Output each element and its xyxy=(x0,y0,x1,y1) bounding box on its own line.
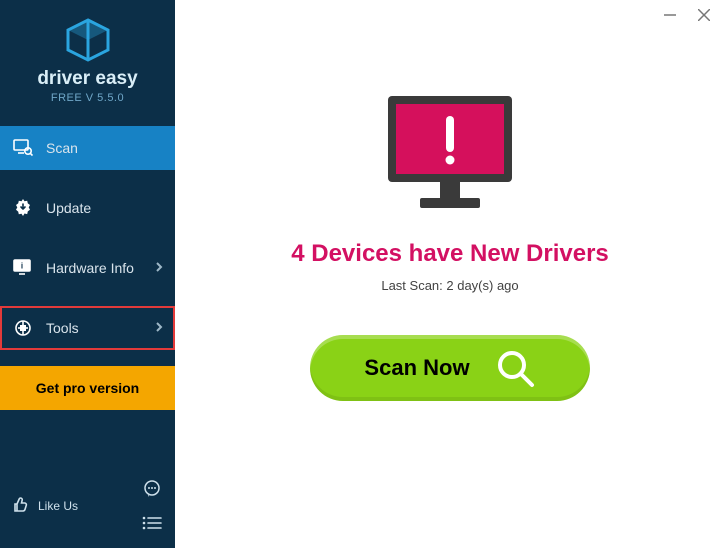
like-us-label: Like Us xyxy=(38,499,78,513)
get-pro-label: Get pro version xyxy=(36,380,139,396)
sidebar-bottom: Like Us xyxy=(0,468,175,548)
sidebar-item-hardware[interactable]: i Hardware Info xyxy=(0,246,175,290)
scan-now-label: Scan Now xyxy=(364,355,469,381)
magnifier-icon xyxy=(494,347,536,389)
sidebar-spacer xyxy=(0,410,175,468)
sidebar-item-label: Scan xyxy=(46,140,78,156)
sidebar-item-scan[interactable]: Scan xyxy=(0,126,175,170)
minimize-icon xyxy=(664,9,676,21)
minimize-button[interactable] xyxy=(663,8,677,22)
like-us-button[interactable]: Like Us xyxy=(12,496,78,517)
sidebar-item-label: Tools xyxy=(46,320,79,336)
window-controls xyxy=(663,8,711,22)
menu-list-icon xyxy=(142,516,162,530)
brand-name: driver easy xyxy=(0,68,175,90)
status-headline: 4 Devices have New Drivers xyxy=(291,240,609,268)
monitor-alert-icon xyxy=(370,90,530,220)
chevron-right-icon xyxy=(155,320,163,336)
scan-now-button[interactable]: Scan Now xyxy=(310,335,590,401)
last-scan-text: Last Scan: 2 day(s) ago xyxy=(381,278,518,293)
get-pro-button[interactable]: Get pro version xyxy=(0,366,175,410)
brand-logo-icon xyxy=(64,18,112,62)
brand-block: driver easy FREE V 5.5.0 xyxy=(0,0,175,120)
svg-text:i: i xyxy=(21,262,23,271)
sidebar: driver easy FREE V 5.5.0 Scan xyxy=(0,0,175,548)
speech-bubble-icon xyxy=(142,479,162,499)
chevron-right-icon xyxy=(155,260,163,276)
menu-button[interactable] xyxy=(141,512,163,534)
sidebar-nav: Scan Update i xyxy=(0,126,175,410)
app-window: driver easy FREE V 5.5.0 Scan xyxy=(0,0,725,548)
close-icon xyxy=(698,9,710,21)
sidebar-item-label: Hardware Info xyxy=(46,260,134,276)
sidebar-item-tools[interactable]: Tools xyxy=(0,306,175,350)
monitor-search-icon xyxy=(12,137,34,159)
monitor-info-icon: i xyxy=(12,257,34,279)
close-button[interactable] xyxy=(697,8,711,22)
sidebar-bottom-right xyxy=(141,478,163,534)
sidebar-item-label: Update xyxy=(46,200,91,216)
sidebar-item-update[interactable]: Update xyxy=(0,186,175,230)
tools-icon xyxy=(12,317,34,339)
brand-version: FREE V 5.5.0 xyxy=(0,92,175,104)
feedback-button[interactable] xyxy=(141,478,163,500)
main-panel: 4 Devices have New Drivers Last Scan: 2 … xyxy=(175,0,725,548)
gear-download-icon xyxy=(12,197,34,219)
thumbs-up-icon xyxy=(12,496,30,517)
